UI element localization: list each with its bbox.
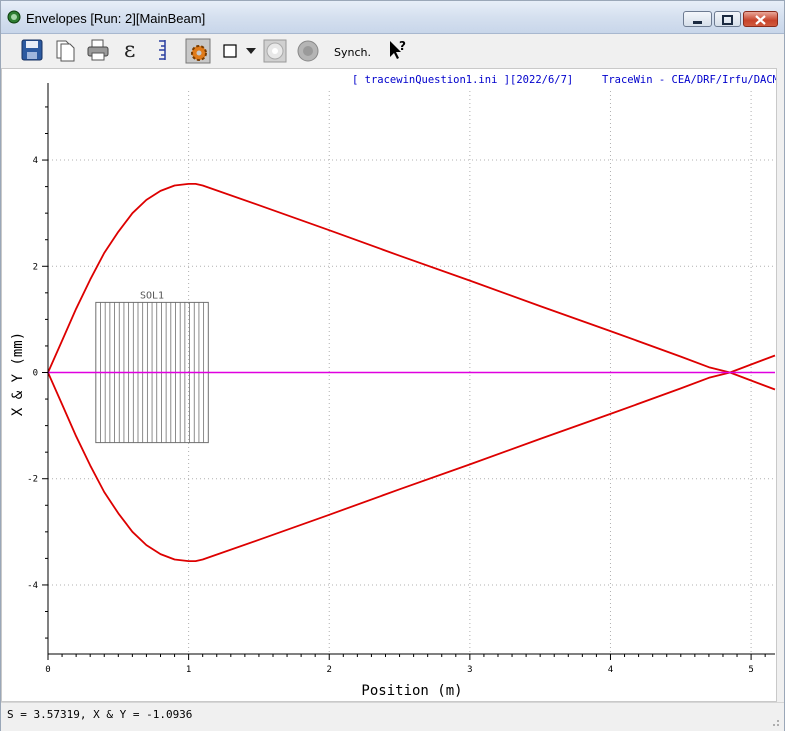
synch-button[interactable]: Synch. bbox=[334, 46, 371, 59]
y-tick-label: 0 bbox=[33, 369, 38, 379]
app-window: Envelopes [Run: 2][MainBeam] ε Synch. ? … bbox=[0, 0, 785, 731]
svg-text:ε: ε bbox=[124, 38, 135, 62]
title-bar[interactable]: Envelopes [Run: 2][MainBeam] bbox=[1, 1, 784, 34]
copy-button[interactable] bbox=[54, 38, 76, 64]
axes: 0 1 2 3 4 5 -4 -2 0 2 4 bbox=[27, 83, 775, 675]
dropdown-button[interactable] bbox=[245, 38, 257, 64]
help-button[interactable]: ? bbox=[387, 38, 409, 64]
maximize-button[interactable] bbox=[714, 11, 741, 27]
square-button[interactable] bbox=[223, 38, 239, 64]
square-icon bbox=[223, 44, 237, 58]
save-button[interactable] bbox=[21, 38, 43, 64]
envelope-series bbox=[47, 183, 776, 563]
x-tick-label: 3 bbox=[467, 665, 472, 675]
x-tick-label: 5 bbox=[748, 665, 753, 675]
vertical-scrollbar[interactable] bbox=[777, 68, 784, 702]
dropdown-icon bbox=[246, 48, 256, 54]
header-brand: TraceWin - CEA/DRF/Irfu/DACM bbox=[602, 74, 776, 86]
y-tick-label: 2 bbox=[33, 262, 38, 272]
toolbar: ε Synch. ? bbox=[1, 34, 784, 68]
svg-text:?: ? bbox=[399, 39, 406, 53]
settings-button[interactable] bbox=[185, 38, 211, 64]
status-readout: S = 3.57319, X & Y = -1.0936 bbox=[7, 708, 193, 721]
epsilon-icon: ε bbox=[124, 38, 135, 62]
help-cursor-icon: ? bbox=[390, 39, 406, 59]
beamline-elements: SOL1 bbox=[95, 290, 209, 444]
emittance-button[interactable]: ε bbox=[122, 38, 140, 64]
envelope-chart[interactable]: [ tracewinQuestion1.ini ][2022/6/7] Trac… bbox=[2, 69, 779, 701]
resize-grip-icon[interactable] bbox=[770, 717, 780, 727]
settings-icon bbox=[185, 38, 211, 64]
close-button[interactable] bbox=[743, 11, 778, 27]
circle-icon bbox=[297, 40, 319, 62]
y-tick-label: -4 bbox=[27, 581, 38, 591]
circle-dim-icon bbox=[263, 39, 287, 63]
y-axis-label: X & Y (mm) bbox=[10, 332, 26, 416]
print-button[interactable] bbox=[86, 38, 110, 64]
x-tick-label: 4 bbox=[608, 665, 613, 675]
status-bar: S = 3.57319, X & Y = -1.0936 bbox=[1, 702, 784, 731]
minimize-icon bbox=[693, 21, 702, 24]
close-icon bbox=[755, 15, 766, 25]
x-tick-label: 2 bbox=[327, 665, 332, 675]
minimize-button[interactable] bbox=[683, 11, 712, 27]
axis-button[interactable] bbox=[155, 38, 171, 64]
app-icon bbox=[7, 10, 21, 24]
circle-button[interactable] bbox=[296, 38, 320, 64]
element-label: SOL1 bbox=[140, 290, 164, 301]
x-tick-label: 0 bbox=[45, 665, 50, 675]
y-tick-label: -2 bbox=[27, 475, 38, 485]
copy-icon bbox=[56, 40, 75, 62]
save-icon bbox=[21, 39, 43, 61]
axis-icon bbox=[159, 40, 166, 60]
print-icon bbox=[87, 39, 109, 61]
maximize-icon bbox=[722, 15, 733, 25]
x-axis-label: Position (m) bbox=[361, 683, 462, 699]
header-file-info: [ tracewinQuestion1.ini ][2022/6/7] bbox=[352, 74, 573, 86]
circle-dim-button[interactable] bbox=[263, 38, 287, 64]
window-title: Envelopes [Run: 2][MainBeam] bbox=[26, 11, 206, 26]
plot-area[interactable]: [ tracewinQuestion1.ini ][2022/6/7] Trac… bbox=[1, 68, 779, 702]
y-tick-label: 4 bbox=[33, 156, 38, 166]
x-tick-label: 1 bbox=[186, 665, 191, 675]
